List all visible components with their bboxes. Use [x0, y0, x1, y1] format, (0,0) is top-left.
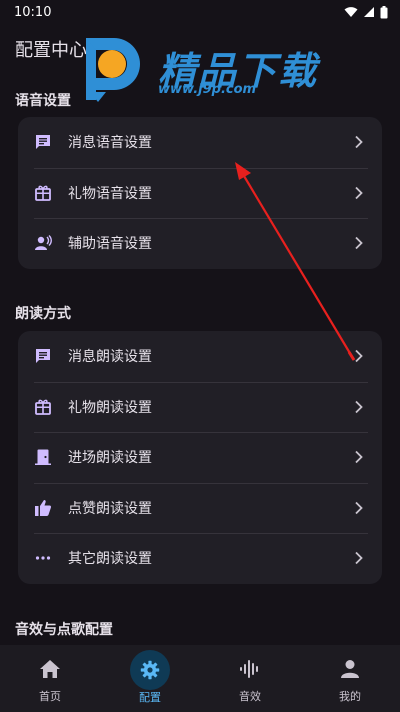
- watermark-logo-icon: [86, 38, 140, 102]
- list-item-label: 点赞朗读设置: [68, 500, 152, 517]
- status-time: 10:10: [14, 4, 52, 20]
- chevron-right-icon: [355, 350, 363, 363]
- list-item-label: 辅助语音设置: [68, 236, 152, 253]
- section-title-sound: 音效与点歌配置: [15, 622, 113, 638]
- nav-sound-label: 音效: [239, 690, 261, 703]
- list-item-other-reading[interactable]: 其它朗读设置: [18, 533, 382, 584]
- message-icon: [34, 347, 52, 365]
- chevron-right-icon: [355, 451, 363, 464]
- chevron-right-icon: [355, 136, 363, 149]
- list-item-message-reading[interactable]: 消息朗读设置: [18, 331, 382, 382]
- nav-config[interactable]: 配置: [100, 645, 200, 712]
- status-bar: 10:10: [0, 0, 400, 24]
- message-icon: [34, 133, 52, 151]
- list-item-gift-reading[interactable]: 礼物朗读设置: [18, 381, 382, 433]
- chevron-right-icon: [355, 186, 363, 199]
- watermark-url: www.j9p.com: [158, 82, 257, 97]
- more-icon: [34, 549, 52, 567]
- nav-home-pill: [30, 653, 70, 685]
- nav-config-pill: [130, 650, 170, 690]
- person-icon: [341, 660, 359, 678]
- chevron-right-icon: [355, 552, 363, 565]
- section-title-voice: 语音设置: [15, 93, 71, 109]
- nav-me[interactable]: 我的: [300, 645, 400, 712]
- chevron-right-icon: [355, 237, 363, 250]
- voice-settings-card: 消息语音设置 礼物语音设置 辅助语音设置: [18, 117, 382, 269]
- chevron-right-icon: [355, 400, 363, 413]
- nav-home[interactable]: 首页: [0, 645, 100, 712]
- watermark: 精品下载 www.j9p.com: [80, 26, 330, 110]
- voice-icon: [34, 234, 52, 252]
- nav-me-label: 我的: [339, 690, 361, 703]
- home-icon: [40, 660, 60, 678]
- battery-icon: [380, 5, 388, 18]
- door-icon: [34, 448, 52, 466]
- gift-icon: [34, 184, 52, 202]
- list-item-assist-voice[interactable]: 辅助语音设置: [18, 218, 382, 269]
- wifi-icon: [344, 7, 358, 17]
- signal-icon: [364, 7, 374, 17]
- section-title-reading: 朗读方式: [15, 306, 71, 322]
- page-title: 配置中心: [15, 40, 87, 61]
- waveform-icon: [240, 660, 258, 678]
- list-item-entry-reading[interactable]: 进场朗读设置: [18, 432, 382, 483]
- list-item-gift-voice[interactable]: 礼物语音设置: [18, 167, 382, 219]
- gift-icon: [34, 398, 52, 416]
- list-item-message-voice[interactable]: 消息语音设置: [18, 117, 382, 168]
- list-item-label: 消息朗读设置: [68, 349, 152, 366]
- list-item-label: 消息语音设置: [68, 135, 152, 152]
- list-item-label: 进场朗读设置: [68, 450, 152, 467]
- list-item-label: 其它朗读设置: [68, 551, 152, 568]
- nav-sound-pill: [230, 653, 270, 685]
- reading-settings-card: 消息朗读设置 礼物朗读设置 进场朗读设置 点赞朗读设置 其它朗读设置: [18, 331, 382, 584]
- thumbs-up-icon: [34, 499, 52, 517]
- list-item-label: 礼物语音设置: [68, 185, 152, 202]
- chevron-right-icon: [355, 501, 363, 514]
- list-item-label: 礼物朗读设置: [68, 399, 152, 416]
- list-item-like-reading[interactable]: 点赞朗读设置: [18, 482, 382, 534]
- bottom-nav: 首页 配置 音效 我的: [0, 645, 400, 712]
- nav-config-label: 配置: [139, 691, 161, 704]
- nav-home-label: 首页: [39, 690, 61, 703]
- settings-icon: [140, 660, 160, 680]
- nav-sound[interactable]: 音效: [200, 645, 300, 712]
- nav-me-pill: [330, 653, 370, 685]
- status-icons: [344, 5, 388, 19]
